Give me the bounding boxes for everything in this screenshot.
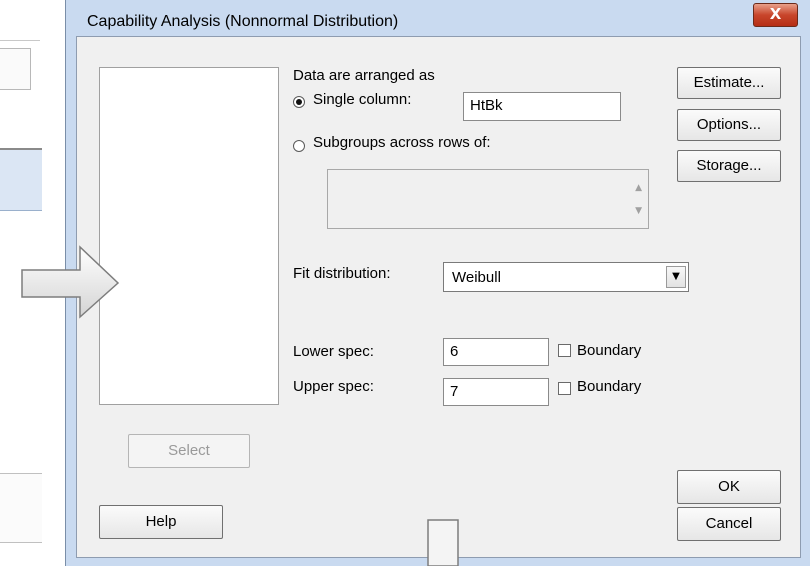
chevron-down-icon[interactable]: ▼ bbox=[666, 266, 686, 288]
options-button[interactable]: Options... bbox=[677, 109, 781, 141]
scroll-up-icon[interactable]: ▲ bbox=[635, 183, 642, 193]
dialog-client-area: Data are arranged as Single column: HtBk… bbox=[76, 36, 801, 558]
ok-button[interactable]: OK bbox=[677, 470, 781, 504]
single-column-input[interactable]: HtBk bbox=[463, 92, 621, 121]
close-button[interactable]: X bbox=[753, 3, 798, 27]
background-header-band bbox=[0, 148, 42, 211]
estimate-button[interactable]: Estimate... bbox=[677, 67, 781, 99]
variable-list[interactable] bbox=[99, 67, 279, 405]
subgroups-radio[interactable] bbox=[293, 140, 305, 152]
background-divider bbox=[0, 40, 40, 41]
lower-boundary-checkbox[interactable] bbox=[558, 344, 571, 357]
capability-dialog: Capability Analysis (Nonnormal Distribut… bbox=[65, 0, 810, 566]
select-button[interactable]: Select bbox=[128, 434, 250, 468]
fit-distribution-value: Weibull bbox=[452, 269, 501, 286]
lower-spec-label: Lower spec: bbox=[293, 343, 374, 360]
storage-button[interactable]: Storage... bbox=[677, 150, 781, 182]
lower-boundary-label: Boundary bbox=[577, 342, 642, 359]
fit-distribution-label: Fit distribution: bbox=[293, 265, 391, 282]
help-button[interactable]: Help bbox=[99, 505, 223, 539]
lower-spec-input[interactable]: 6 bbox=[443, 338, 549, 366]
upper-boundary-label: Boundary bbox=[577, 378, 642, 395]
dialog-title: Capability Analysis (Nonnormal Distribut… bbox=[87, 13, 399, 30]
fit-distribution-select[interactable]: Weibull ▼ bbox=[443, 262, 689, 292]
single-column-radio[interactable] bbox=[293, 96, 305, 108]
single-column-label: Single column: bbox=[313, 91, 412, 108]
upper-boundary-checkbox[interactable] bbox=[558, 382, 571, 395]
subgroups-label: Subgroups across rows of: bbox=[313, 134, 491, 151]
cancel-button[interactable]: Cancel bbox=[677, 507, 781, 541]
upper-spec-input[interactable]: 7 bbox=[443, 378, 549, 406]
background-panel bbox=[0, 473, 42, 543]
data-arranged-heading: Data are arranged as bbox=[293, 67, 435, 84]
title-bar[interactable]: Capability Analysis (Nonnormal Distribut… bbox=[66, 0, 810, 36]
background-toolbar-box bbox=[0, 48, 31, 90]
scroll-down-icon[interactable]: ▼ bbox=[635, 206, 642, 216]
subgroups-input[interactable]: ▲ ▼ bbox=[327, 169, 649, 229]
upper-spec-label: Upper spec: bbox=[293, 378, 374, 395]
